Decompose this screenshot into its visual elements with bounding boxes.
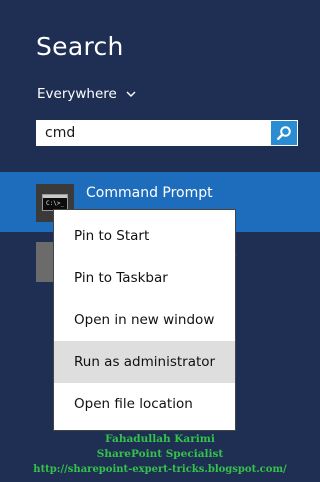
search-input[interactable]	[36, 120, 271, 146]
search-scope-label: Everywhere	[37, 86, 117, 102]
watermark-role: SharePoint Specialist	[96, 448, 224, 460]
search-box	[36, 120, 298, 146]
search-scope-dropdown[interactable]: Everywhere	[37, 86, 137, 102]
search-button[interactable]	[271, 121, 297, 145]
search-result-label: Command Prompt	[86, 185, 213, 201]
menu-item-pin-to-taskbar[interactable]: Pin to Taskbar	[54, 257, 235, 299]
search-icon	[277, 126, 291, 141]
search-charm-pane: Search Everywhere C:\>_ Command Prompt s…	[0, 0, 320, 482]
menu-item-open-new-window[interactable]: Open in new window	[54, 299, 235, 341]
context-menu: Pin to Start Pin to Taskbar Open in new …	[53, 209, 236, 431]
menu-item-run-as-administrator[interactable]: Run as administrator	[54, 341, 235, 383]
watermark: Fahadullah Karimi SharePoint Specialist …	[0, 432, 320, 477]
watermark-name: Fahadullah Karimi	[105, 433, 215, 445]
menu-item-open-file-location[interactable]: Open file location	[54, 383, 235, 425]
chevron-down-icon	[126, 91, 136, 97]
menu-item-pin-to-start[interactable]: Pin to Start	[54, 215, 235, 257]
watermark-url: http://sharepoint-expert-tricks.blogspot…	[33, 464, 287, 475]
search-title: Search	[36, 32, 124, 61]
